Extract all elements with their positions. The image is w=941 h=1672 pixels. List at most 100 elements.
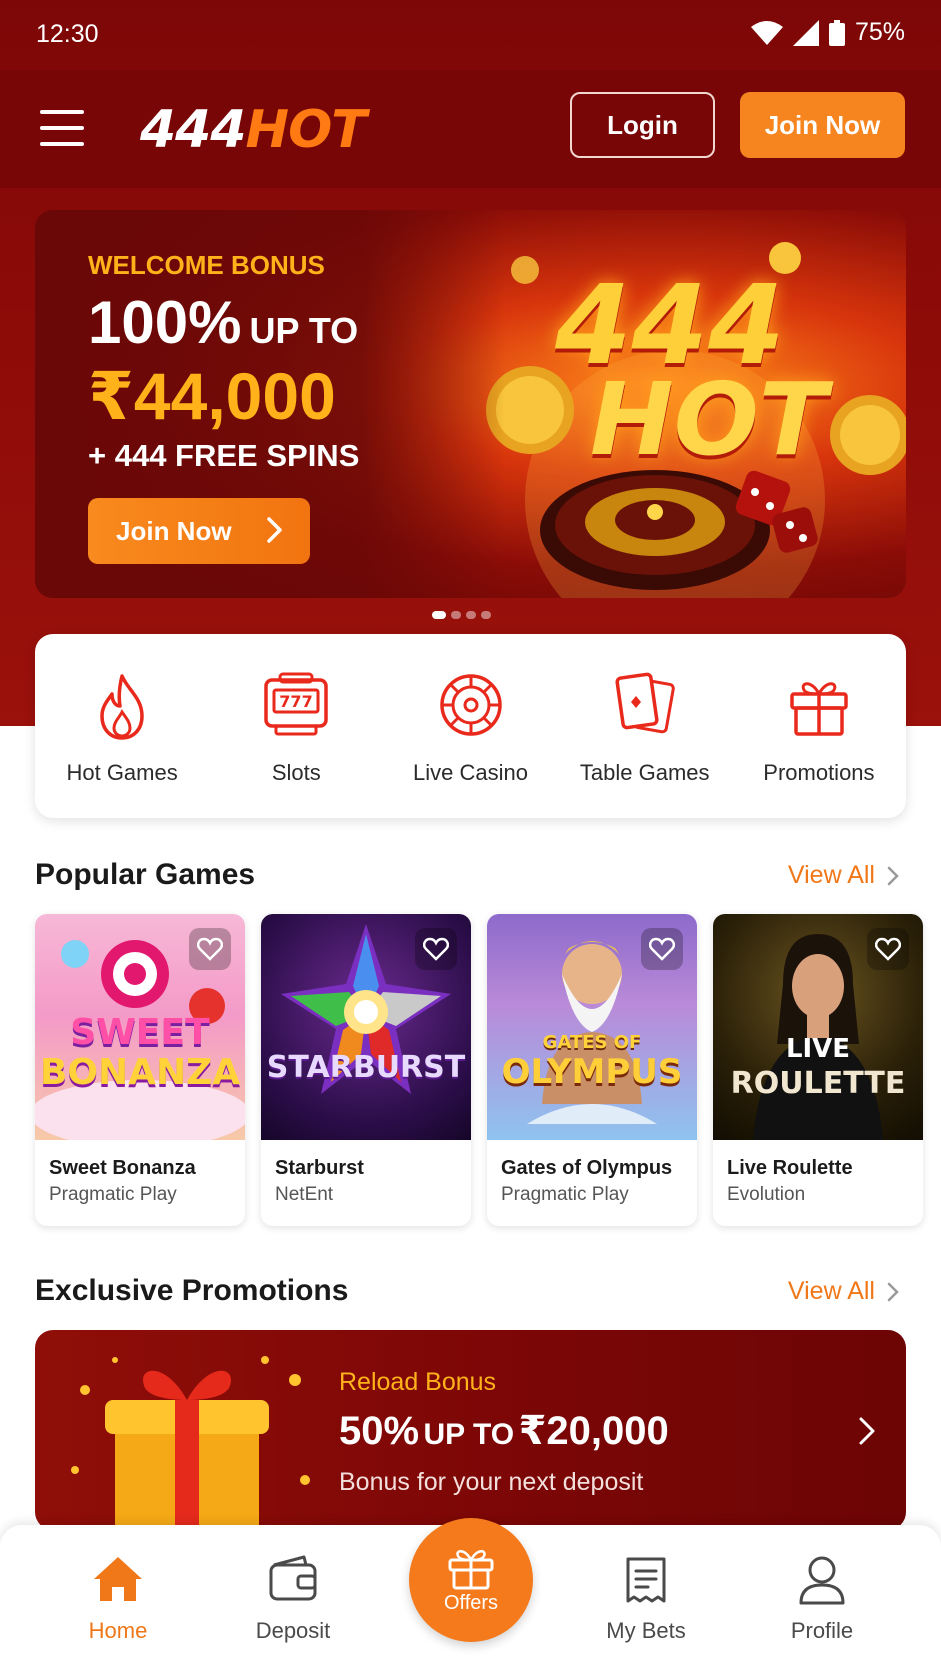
cards-icon [615,672,675,734]
view-all-label: View All [787,1277,875,1305]
favorite-heart-icon[interactable] [641,928,683,970]
hero-amount: ₹44,000 [88,359,336,433]
category-promotions[interactable]: Promotions [732,634,906,818]
game-art-subtitle: ROULETTE [730,1066,906,1101]
svg-text:777: 777 [280,692,313,711]
logo-number: 444 [140,100,247,160]
game-art-title: GATES OF [542,1032,642,1053]
gift-icon [790,682,848,736]
promo-amount: ₹20,000 [518,1409,669,1453]
profile-icon [799,1556,845,1605]
favorite-heart-icon[interactable] [867,928,909,970]
nav-home[interactable]: Home [48,1525,188,1672]
promo-kicker: Reload Bonus [339,1368,497,1396]
app-header: 444HOT Login Join Now [0,70,941,188]
carousel-indicator [432,611,491,619]
wallet-icon [269,1555,317,1601]
game-art-title: SWEET [70,1012,210,1053]
category-label: Slots [271,760,321,785]
status-time: 12:30 [36,20,99,48]
hero-headline: 100% UP TO [88,288,358,357]
carousel-dot[interactable] [451,611,461,619]
carousel-dot[interactable] [432,611,446,619]
nav-profile[interactable]: Profile [752,1525,892,1672]
gift-icon [448,1550,494,1590]
category-slots[interactable]: 777 Slots [209,634,383,818]
nav-label: Profile [790,1618,854,1643]
promotions-title: Exclusive Promotions [35,1274,349,1307]
brand-logo[interactable]: 444HOT [140,100,367,160]
hero-join-now-button[interactable]: Join Now [88,498,310,564]
promotions-view-all-link[interactable]: View All [788,1277,899,1306]
nav-offers-button[interactable]: Offers [409,1518,533,1642]
category-live-casino[interactable]: Live Casino [383,634,557,818]
nav-offers-label: Offers [443,1592,499,1614]
gift-box-illustration [71,1356,310,1530]
favorite-heart-icon[interactable] [189,928,231,970]
signal-icon [792,19,819,46]
wifi-icon [750,20,783,45]
promo-percent: 50% [339,1409,420,1453]
chevron-right-icon [859,1417,875,1445]
favorite-heart-icon[interactable] [415,928,457,970]
game-card[interactable]: SWEET BONANZA Sweet Bonanza Pragmatic Pl… [35,914,245,1226]
hero-cta-label: Join Now [116,515,232,546]
category-table-games[interactable]: Table Games [558,634,732,818]
game-provider: NetEnt [275,1184,334,1205]
hero-percent: 100% [88,289,242,356]
nav-label: My Bets [606,1618,686,1643]
nav-label: Home [88,1618,148,1643]
join-now-button[interactable]: Join Now [740,92,905,158]
status-bar: 12:30 75% [0,0,941,70]
battery-percent: 75% [854,18,905,46]
game-name: Live Roulette [727,1157,853,1179]
game-art-subtitle: OLYMPUS [501,1052,683,1092]
game-card[interactable]: LIVE ROULETTE Live Roulette Evolution [713,914,923,1226]
game-card[interactable]: GATES OF OLYMPUS Gates of Olympus Pragma… [487,914,697,1226]
game-card[interactable]: STARBURST Starburst NetEnt [261,914,471,1226]
game-provider: Pragmatic Play [501,1184,629,1205]
battery-icon [828,19,845,46]
status-icons: 75% [750,18,905,47]
game-provider: Evolution [727,1184,806,1205]
game-art-title: LIVE [785,1034,851,1064]
hero-art-logo-hot: HOT [590,361,827,478]
hamburger-menu-icon[interactable] [40,110,84,146]
home-icon [94,1557,142,1601]
chevron-right-icon [887,1282,899,1301]
game-provider: Pragmatic Play [49,1184,177,1205]
game-name: Sweet Bonanza [49,1157,196,1179]
popular-view-all-link[interactable]: View All [788,861,899,890]
welcome-bonus-banner[interactable]: 444 HOT WELCOME BONUS 100% UP TO ₹44,000 … [35,210,906,598]
nav-my-bets[interactable]: My Bets [576,1525,716,1672]
reload-bonus-card[interactable]: Reload Bonus 50% UP TO ₹20,000 Bonus for… [35,1330,906,1530]
chevron-right-icon [887,866,899,885]
game-art-subtitle: BONANZA [39,1052,241,1093]
carousel-dot[interactable] [466,611,476,619]
category-label: Live Casino [413,760,528,785]
game-name: Gates of Olympus [501,1157,673,1179]
bet-slip-icon [626,1557,666,1603]
flame-icon [100,674,144,740]
nav-deposit[interactable]: Deposit [223,1525,363,1672]
hero-kicker: WELCOME BONUS [88,250,325,280]
category-shortcuts: Hot Games 777 Slots Live Casino Table Ga… [35,634,906,818]
hero-free-spins: + 444 FREE SPINS [88,438,360,473]
promo-headline: 50% UP TO ₹20,000 [339,1408,669,1454]
category-label: Table Games [579,760,710,785]
slot-machine-icon: 777 [264,672,329,736]
promo-up-to: UP TO [423,1418,515,1451]
roulette-icon [439,674,502,736]
logo-hot: HOT [245,100,367,160]
hero-up-to: UP TO [249,310,359,351]
login-button[interactable]: Login [570,92,715,158]
carousel-dot[interactable] [481,611,491,619]
game-name: Starburst [275,1157,364,1179]
chevron-right-icon [267,517,282,543]
popular-games-title: Popular Games [35,858,256,891]
nav-label: Deposit [255,1618,331,1643]
category-hot-games[interactable]: Hot Games [35,634,209,818]
category-label: Promotions [763,760,875,785]
promo-subtitle: Bonus for your next deposit [339,1468,644,1496]
game-art-title: STARBURST [266,1050,466,1085]
